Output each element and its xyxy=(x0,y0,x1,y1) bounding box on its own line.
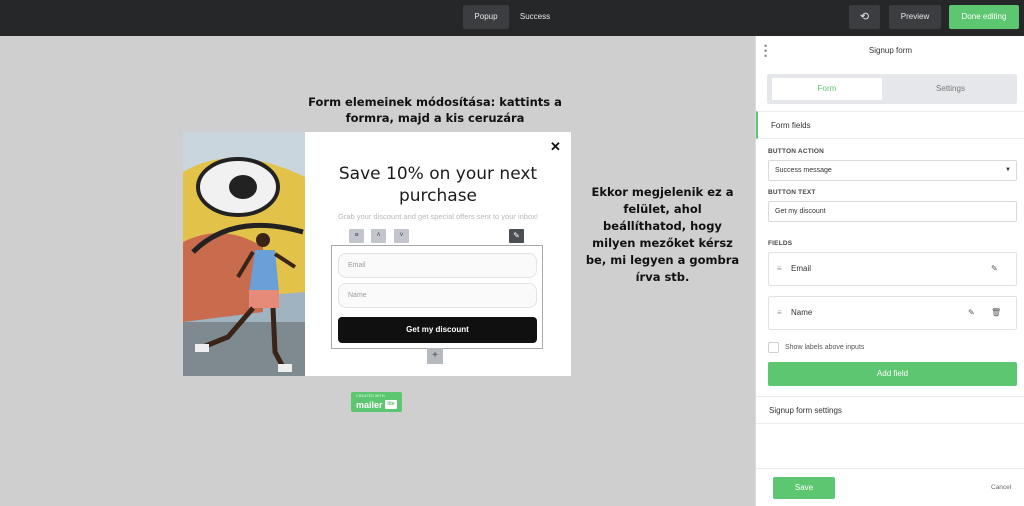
button-action-value: Success message xyxy=(775,167,832,174)
close-icon[interactable]: ✕ xyxy=(550,139,561,155)
show-labels-checkbox[interactable] xyxy=(768,342,779,353)
done-editing-button[interactable]: Done editing xyxy=(949,5,1019,29)
signup-form-settings-section[interactable]: Signup form settings xyxy=(756,396,1024,424)
pencil-icon[interactable]: ✎ xyxy=(968,297,975,329)
signup-form-block[interactable]: Email Name Get my discount xyxy=(331,245,543,349)
mailerlite-badge[interactable]: CREATED WITH mailer lite xyxy=(351,392,402,412)
move-down-icon[interactable]: ˅ xyxy=(394,229,409,243)
field-card-label: Email xyxy=(791,264,812,273)
pencil-icon[interactable]: ✎ xyxy=(991,253,998,285)
popup-heading: Save 10% on your next purchase xyxy=(338,164,538,206)
add-field-button[interactable]: Add field xyxy=(768,362,1017,386)
caret-down-icon: ▼ xyxy=(1005,167,1011,173)
save-button[interactable]: Save xyxy=(773,477,835,499)
fields-label: FIELDS xyxy=(768,240,793,247)
top-bar: Popup Success ⟲ Preview Done editing xyxy=(0,0,1024,36)
tab-popup[interactable]: Popup xyxy=(463,5,509,29)
drag-handle-icon[interactable]: ≡ xyxy=(777,253,782,285)
get-discount-button[interactable]: Get my discount xyxy=(338,317,537,343)
field-card-label: Name xyxy=(791,308,813,317)
annotation-explanation: Ekkor megjelenik ez a felület, ahol beál… xyxy=(585,185,740,284)
badge-lite: lite xyxy=(385,400,397,409)
button-action-label: BUTTON ACTION xyxy=(768,148,825,155)
move-up-icon[interactable]: ˄ xyxy=(371,229,386,243)
trash-icon[interactable]: 🗑 xyxy=(991,297,1001,329)
undo-icon: ⟲ xyxy=(859,11,870,23)
panel-title: Signup form xyxy=(868,46,913,55)
pencil-icon[interactable]: ✎ xyxy=(509,229,524,243)
field-card-email[interactable]: ≡ Email ✎ xyxy=(768,252,1017,286)
add-block-button[interactable]: + xyxy=(427,348,443,364)
annotation-instruction: Form elemeinek módosítása: kattints a fo… xyxy=(308,95,562,125)
drag-handle-icon[interactable]: ≡ xyxy=(349,229,364,243)
editor-canvas: Form elemeinek módosítása: kattints a fo… xyxy=(0,36,755,506)
cancel-button[interactable]: Cancel xyxy=(991,484,1011,491)
settings-panel: • • • Signup form Form Settings Form field… xyxy=(755,36,1024,506)
button-text-label: BUTTON TEXT xyxy=(768,189,816,196)
popup-image xyxy=(183,132,305,376)
tab-settings[interactable]: Settings xyxy=(893,78,1008,100)
badge-brand: mailer xyxy=(356,400,383,410)
tab-success[interactable]: Success xyxy=(512,5,558,29)
button-action-select[interactable]: Success message ▼ xyxy=(768,160,1017,181)
show-labels-label: Show labels above inputs xyxy=(785,344,865,351)
drag-handle-icon[interactable]: ≡ xyxy=(777,297,782,329)
popup-preview[interactable]: ✕ Save 10% on your next purchase Grab yo… xyxy=(183,132,571,376)
email-input[interactable]: Email xyxy=(338,253,537,278)
footer-divider xyxy=(756,468,1024,469)
tab-form[interactable]: Form xyxy=(772,78,882,100)
form-fields-section[interactable]: Form fields xyxy=(756,111,1024,139)
plus-icon: + xyxy=(432,350,438,361)
field-card-name[interactable]: ≡ Name ✎ 🗑 xyxy=(768,296,1017,330)
panel-tabs: Form Settings xyxy=(767,74,1017,104)
badge-caption: CREATED WITH xyxy=(356,394,385,398)
name-input[interactable]: Name xyxy=(338,283,537,308)
preview-button[interactable]: Preview xyxy=(889,5,941,29)
undo-button[interactable]: ⟲ xyxy=(849,5,880,29)
popup-subtitle: Grab your discount and get special offer… xyxy=(338,212,538,221)
button-text-input[interactable]: Get my discount xyxy=(768,201,1017,222)
